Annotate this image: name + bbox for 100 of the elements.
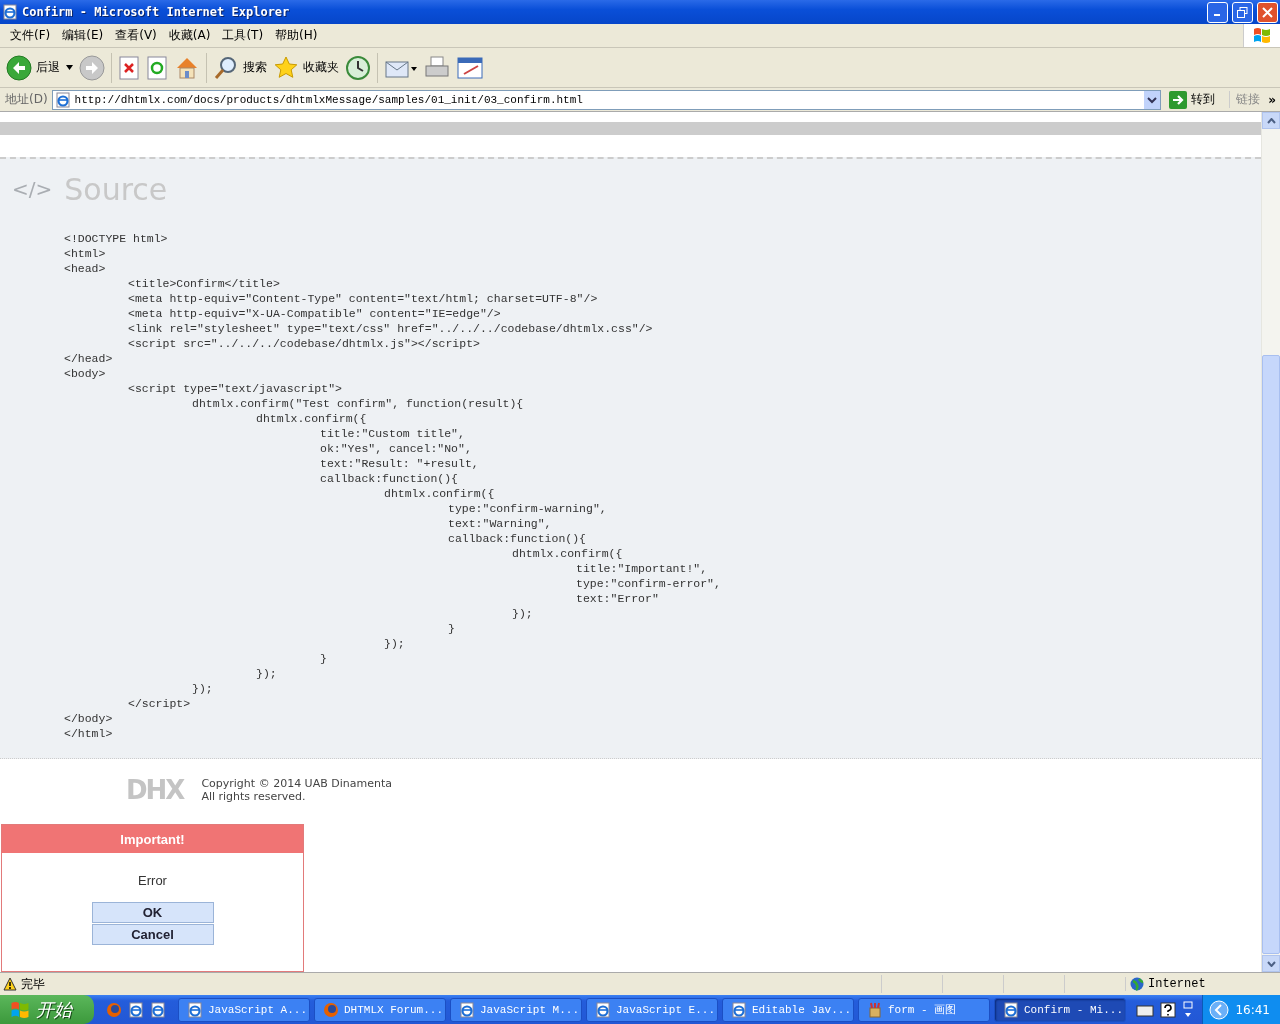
scroll-up-icon[interactable] [1266, 117, 1276, 124]
taskbar-button[interactable]: Editable Jav... [722, 997, 854, 1022]
code-line: <meta http-equiv="X-UA-Compatible" content="IE=edge"/> [127, 307, 501, 320]
go-button[interactable]: 转到 [1165, 90, 1226, 109]
stop-icon[interactable] [118, 55, 140, 80]
status-text: 完毕 [21, 975, 45, 993]
restore-button[interactable] [1232, 1, 1253, 23]
taskbar-button[interactable]: Confirm - Mi... [994, 997, 1126, 1022]
edit-icon[interactable] [456, 55, 484, 80]
code-line: text:"Warning", [447, 517, 552, 530]
menu-item[interactable]: 帮助(H) [269, 27, 324, 44]
code-line: dhtmlx.confirm({ [255, 412, 367, 425]
browser-icon [731, 1001, 747, 1018]
code-line: <script type="text/javascript"> [127, 382, 342, 395]
code-line: <head> [64, 262, 106, 275]
code-line: callback:function(){ [447, 532, 587, 545]
taskbar-button[interactable]: JavaScript M... [450, 997, 582, 1022]
code-line: }); [191, 682, 213, 695]
help-icon[interactable] [1160, 1001, 1177, 1018]
search-icon[interactable] [213, 54, 239, 81]
rights-text: All rights reserved. [201, 790, 307, 803]
menu-item[interactable]: 工具(T) [216, 27, 270, 44]
code-line: </body> [64, 712, 113, 725]
code-line: <body> [64, 367, 106, 380]
code-line: }); [511, 607, 533, 620]
printer-icon[interactable] [424, 55, 450, 80]
browser-icon [1003, 1001, 1019, 1018]
dialog-button[interactable]: Cancel [91, 924, 214, 945]
favorites-button[interactable]: 收藏夹 [273, 54, 339, 81]
firefox-icon [323, 1001, 339, 1018]
code-line: title:"Custom title", [319, 427, 465, 440]
menu-item[interactable]: 编辑(E) [56, 27, 110, 44]
code-line: <html> [64, 247, 106, 260]
dialog-message: Error [138, 873, 167, 888]
taskbar-button[interactable]: JavaScript E... [586, 997, 718, 1022]
code-line: dhtmlx.confirm({ [511, 547, 623, 560]
dhx-logo: DHX [126, 775, 184, 805]
forward-icon[interactable] [79, 54, 105, 81]
code-line: <link rel="stylesheet" type="text/css" href="../../../codebase/dhtmlx.css"/> [127, 322, 653, 335]
code-line: title:"Important!", [575, 562, 708, 575]
dialog-title: Important! [2, 825, 303, 853]
code-line: <title>Confirm</title> [127, 277, 280, 290]
globe-icon [1130, 977, 1144, 991]
warning-icon [3, 977, 17, 991]
clock: 16:41 [1235, 1002, 1270, 1017]
window-title: Confirm - Microsoft Internet Explorer [22, 5, 291, 19]
network-icon[interactable] [1182, 1000, 1195, 1019]
code-line: dhtmlx.confirm({ [383, 487, 495, 500]
code-line: callback:function(){ [319, 472, 459, 485]
address-label: 地址(D) [5, 91, 48, 108]
more-links-button[interactable]: » [1264, 92, 1280, 107]
browser-icon [2, 4, 18, 20]
history-icon[interactable] [345, 54, 371, 81]
search-button[interactable]: 搜索 [213, 54, 267, 81]
code-line: <!DOCTYPE html> [64, 232, 168, 245]
browser-icon [150, 1001, 166, 1018]
zone-text: Internet [1148, 977, 1206, 991]
paint-icon [867, 1001, 883, 1018]
taskbar-button[interactable]: DHTMLX Forum... [314, 997, 446, 1022]
code-line: </head> [64, 352, 113, 365]
code-line: type:"confirm-warning", [447, 502, 607, 515]
browser-icon [187, 1001, 203, 1018]
taskbar-button[interactable]: JavaScript A... [178, 997, 310, 1022]
dropdown-arrow-icon[interactable] [66, 65, 73, 70]
browser-icon [595, 1001, 611, 1018]
address-field[interactable]: http://dhtmlx.com/docs/products/dhtmlxMessage/samples/01_init/03_confirm.html [51, 89, 1162, 110]
close-icon[interactable] [1262, 6, 1273, 18]
minimize-button[interactable] [1207, 1, 1228, 23]
dialog-button[interactable]: OK [91, 902, 214, 923]
browser-icon [459, 1001, 475, 1018]
windows-logo-icon [1253, 27, 1271, 44]
browser-icon [128, 1001, 144, 1018]
back-button[interactable]: 后退 [6, 54, 60, 81]
restore-icon[interactable] [1237, 6, 1248, 18]
code-line: <script src="../../../codebase/dhtmlx.js"></script> [127, 337, 480, 350]
menu-item[interactable]: 收藏(A) [162, 27, 217, 44]
code-icon: </> [12, 177, 53, 201]
page-icon [54, 91, 71, 108]
firefox-icon [106, 1001, 122, 1018]
refresh-icon[interactable] [146, 55, 168, 80]
code-line: </html> [64, 727, 113, 740]
keyboard-icon[interactable] [1136, 1002, 1155, 1017]
chevron-left-icon[interactable] [1209, 999, 1230, 1020]
code-line: <meta http-equiv="Content-Type" content="text/html; charset=UTF-8"/> [127, 292, 598, 305]
scrollbar[interactable] [1261, 112, 1280, 972]
star-icon[interactable] [273, 54, 299, 81]
code-line: }); [383, 637, 405, 650]
copyright-text: Copyright © 2014 UAB Dinamenta [201, 777, 392, 790]
menu-item[interactable]: 查看(V) [109, 27, 163, 44]
taskbar-button[interactable]: form - 画图 [858, 997, 990, 1022]
code-line: ok:"Yes", cancel:"No", [319, 442, 472, 455]
code-line: } [319, 652, 327, 665]
code-line: } [447, 622, 455, 635]
code-line: }); [255, 667, 277, 680]
code-line: </script> [127, 697, 191, 710]
code-line: text:"Result: "+result, [319, 457, 479, 470]
menu-item[interactable]: 文件(F) [4, 27, 57, 44]
scroll-down-icon[interactable] [1266, 960, 1276, 967]
code-line: type:"confirm-error", [575, 577, 721, 590]
close-button[interactable] [1257, 1, 1278, 23]
